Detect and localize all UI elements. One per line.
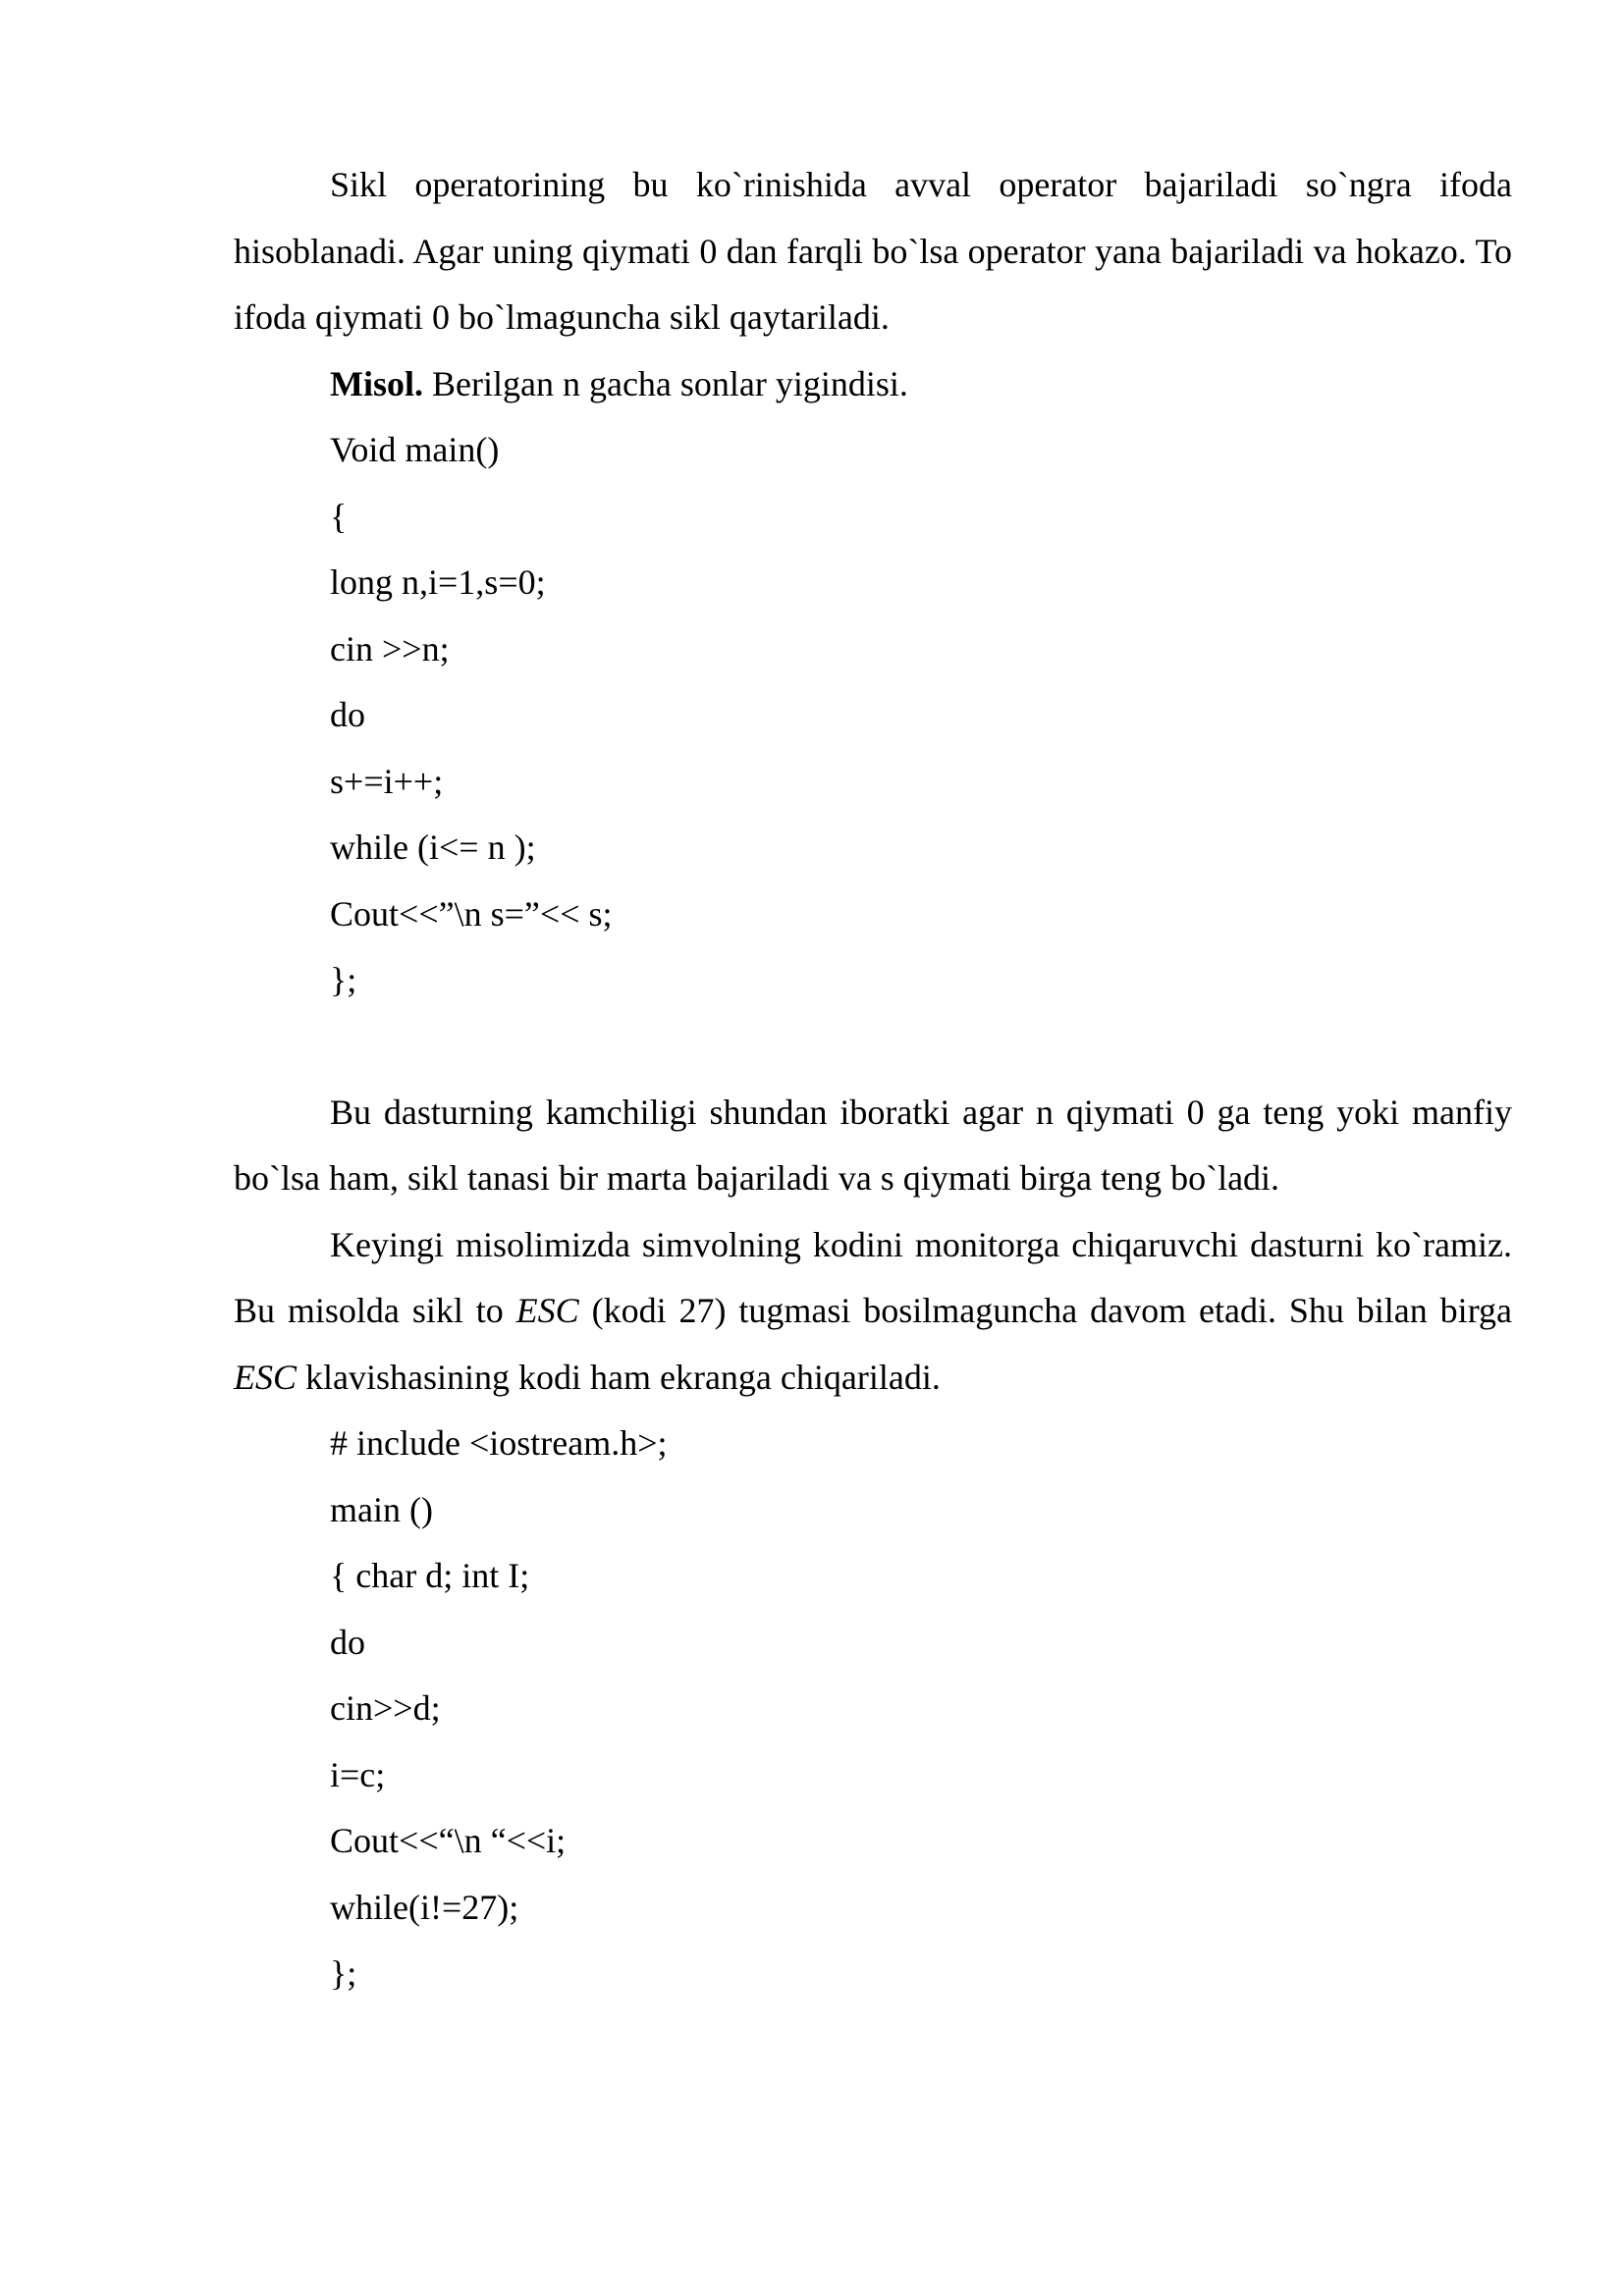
code-line: # include <iostream.h>; [330,1423,668,1463]
code-line: cin >>n; [330,628,450,668]
code-line: while (i<= n ); [330,828,536,867]
code-line: long n,i=1,s=0; [330,562,546,602]
code-line: { char d; int I; [330,1556,530,1595]
code-line: Cout<<”\n s=”<< s; [330,893,613,934]
paragraph-intro: Sikl operatorining bu ko`rinishida avval… [234,165,1512,337]
paragraph-drawback: Bu dasturning kamchiligi shundan iboratk… [234,1092,1512,1199]
esc-term: ESC [515,1291,579,1330]
next-example-text-c: klavishasining kodi ham ekranga chiqaril… [297,1357,941,1397]
example-label: Misol. [330,363,423,403]
code-line: s+=i++; [330,761,444,801]
example-heading: Misol. Berilgan n gacha sonlar yigindisi… [234,351,1512,418]
next-example-text-b: (kodi 27) tugmasi bosilmaguncha davom et… [578,1291,1513,1330]
code-block-esc: # include <iostream.h>; main () { char d… [234,1411,1512,2007]
document-page: Sikl operatorining bu ko`rinishida avval… [234,152,1512,2007]
code-line: do [330,695,365,734]
code-line: main () [330,1489,433,1529]
code-line: { [330,496,348,536]
paragraph-next-example: Keyingi misolimizda simvolning kodini mo… [234,1212,1512,1412]
code-line: do [330,1622,365,1662]
code-line: while(i!=27); [330,1887,519,1927]
code-line: }; [330,1953,357,1993]
code-line: }; [330,960,357,999]
code-line: Void main() [330,430,500,469]
example-text: Berilgan n gacha sonlar yigindisi. [423,363,908,403]
code-line: i=c; [330,1754,386,1794]
code-block-sum: Void main() { long n,i=1,s=0; cin >>n; d… [234,417,1512,1014]
code-line: cin>>d; [330,1688,441,1728]
code-line: Cout<<“\n “<<i; [330,1821,567,1860]
esc-term: ESC [234,1357,298,1397]
